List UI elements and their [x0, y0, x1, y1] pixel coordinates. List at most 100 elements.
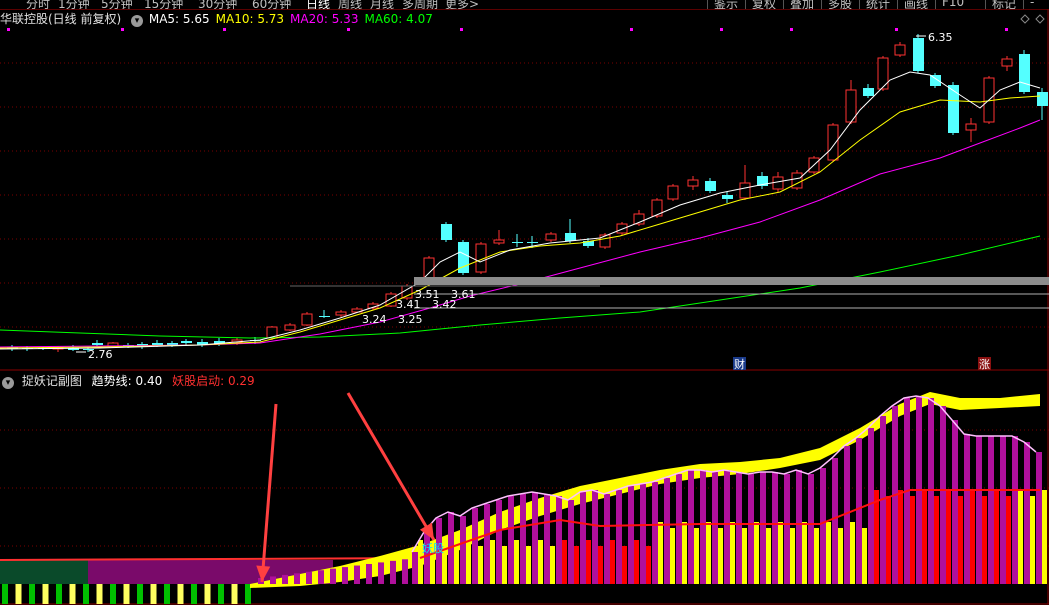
low-price-label: 2.76	[88, 348, 113, 361]
histogram-bar	[330, 568, 336, 584]
bottom-bar	[29, 584, 35, 604]
marker-dot	[121, 28, 124, 31]
bottom-bar	[137, 584, 143, 604]
candle-body	[894, 44, 906, 56]
marker-dot	[7, 28, 10, 31]
marker-dot	[630, 28, 633, 31]
candle-body	[1037, 92, 1048, 106]
histogram-bar	[306, 571, 312, 584]
candle-body	[423, 257, 435, 279]
histogram-bar	[544, 494, 550, 584]
marker-dot	[1005, 28, 1008, 31]
bottom-bar	[123, 584, 130, 604]
ma60-line	[0, 235, 1041, 339]
histogram-bar	[856, 438, 862, 584]
histogram-bar	[1024, 442, 1030, 584]
price-label-f: 3.25	[398, 313, 423, 326]
histogram-bar	[568, 500, 574, 584]
bottom-bar	[42, 584, 49, 604]
histogram-inner-bar	[1042, 490, 1047, 584]
histogram-inner-bar	[814, 528, 819, 584]
histogram-inner-bar	[682, 522, 687, 584]
histogram-inner-bar	[886, 496, 891, 584]
candle-body	[965, 123, 977, 131]
histogram-inner-bar	[754, 522, 759, 584]
histogram-bar	[592, 490, 598, 584]
candle-body	[616, 223, 628, 234]
bottom-bar	[204, 584, 211, 604]
histogram-inner-bar	[658, 522, 663, 584]
histogram-inner-bar	[874, 490, 879, 584]
candle-body	[152, 343, 163, 345]
sub-settings-gear-icon[interactable]: ▾	[2, 377, 14, 389]
histogram-inner-bar	[454, 546, 459, 584]
histogram-inner-bar	[514, 540, 519, 584]
candle-body	[301, 313, 313, 326]
histogram-bar	[676, 474, 682, 584]
bottom-bar	[218, 584, 224, 604]
histogram-inner-bar	[850, 522, 855, 584]
trend-label: 趋势线:	[91, 374, 136, 388]
histogram-inner-bar	[718, 528, 723, 584]
histogram-bar	[270, 576, 276, 584]
histogram-inner-bar	[538, 540, 543, 584]
histogram-bar	[988, 436, 994, 584]
histogram-inner-bar	[802, 522, 807, 584]
bottom-bar	[15, 584, 22, 604]
histogram-inner-bar	[478, 546, 483, 584]
candle-body	[722, 195, 733, 199]
histogram-bar	[652, 482, 658, 584]
candle-body	[877, 57, 889, 90]
histogram-inner-bar	[958, 496, 963, 584]
price-label-e: 3.24	[362, 313, 387, 326]
histogram-inner-bar	[562, 540, 567, 584]
histogram-inner-bar	[790, 528, 795, 584]
histogram-bar	[1000, 436, 1006, 584]
histogram-bar	[688, 470, 694, 584]
bottom-bar	[150, 584, 157, 604]
candle-body	[667, 185, 679, 200]
arrow-breakout-signal	[346, 392, 436, 541]
histogram-inner-bar	[898, 490, 903, 584]
signal-label: 妖股启动:	[172, 374, 228, 388]
candle-body	[1019, 54, 1030, 92]
candle-body	[565, 233, 576, 241]
histogram-bar	[784, 474, 790, 584]
histogram-bar	[378, 562, 384, 584]
histogram-bar	[940, 406, 946, 584]
histogram-inner-bar	[982, 496, 987, 584]
histogram-bar	[628, 486, 634, 584]
bottom-bar	[96, 584, 103, 604]
candle-body	[92, 343, 103, 345]
candle-body	[284, 324, 296, 331]
candle-body	[545, 233, 557, 241]
resistance-band	[414, 277, 1049, 285]
finance-tag-icon: 财	[734, 357, 745, 371]
candle-body	[705, 181, 716, 191]
histogram-bar	[460, 516, 466, 584]
histogram-bar	[342, 567, 348, 584]
signal-legend: 妖股启动: 0.29	[172, 374, 255, 388]
candle-body	[687, 179, 699, 187]
histogram-bar	[424, 532, 430, 584]
high-price-label: 6.35	[928, 31, 953, 44]
histogram-inner-bar	[994, 490, 999, 584]
candle-body	[772, 176, 784, 190]
histogram-bar	[520, 494, 526, 584]
histogram-bar	[796, 470, 802, 584]
histogram-bar	[472, 508, 478, 584]
histogram-inner-bar	[742, 528, 747, 584]
histogram-bar	[952, 420, 958, 584]
histogram-bar	[556, 496, 562, 584]
kline-chart: 6.352.763.51 3.613.41 3.423.24 3.25财 涨妖股	[0, 9, 1049, 605]
histogram-inner-bar	[826, 522, 831, 584]
histogram-inner-bar	[1006, 496, 1011, 584]
bottom-bar	[231, 584, 238, 604]
marker-dot	[720, 28, 723, 31]
histogram-inner-bar	[838, 528, 843, 584]
ma5-line	[0, 71, 1041, 350]
bottom-bar	[191, 584, 197, 604]
histogram-inner-bar	[550, 546, 555, 584]
histogram-bar	[724, 470, 730, 584]
candle-body	[863, 88, 874, 96]
